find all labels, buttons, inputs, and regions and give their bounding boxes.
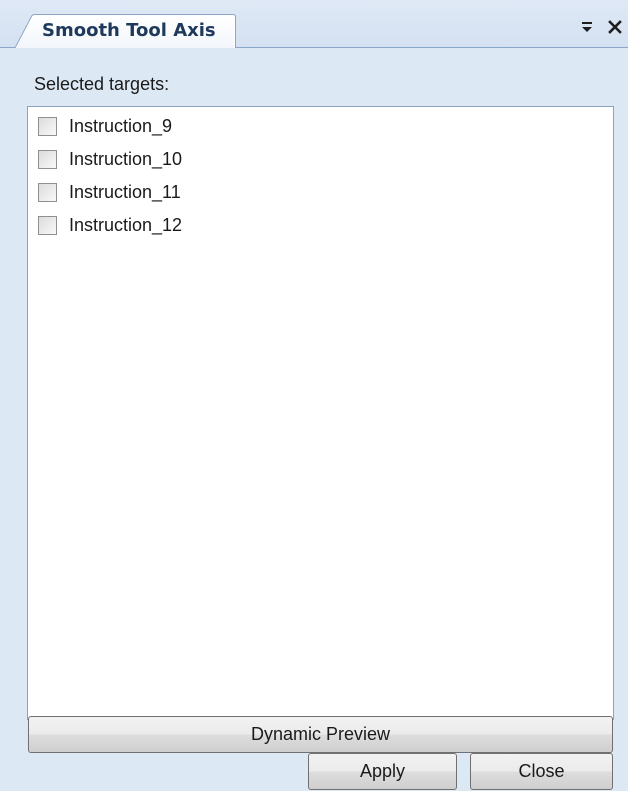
close-button[interactable]: Close [470, 753, 613, 790]
checkbox[interactable] [38, 215, 57, 235]
list-item-label: Instruction_9 [69, 115, 173, 136]
close-icon[interactable] [606, 18, 624, 36]
list-item[interactable]: Instruction_11 [38, 178, 181, 206]
checkbox[interactable] [38, 116, 57, 136]
dropdown-pin-icon[interactable] [578, 18, 596, 36]
tab-strip: Smooth Tool Axis [0, 0, 628, 49]
apply-button[interactable]: Apply [308, 753, 457, 790]
targets-listbox[interactable]: Instruction_9 Instruction_10 Instruction… [27, 106, 614, 720]
tab-title: Smooth Tool Axis [42, 20, 216, 41]
panel-content: Selected targets: Instruction_9 Instruct… [0, 48, 628, 791]
tab-smooth-tool-axis[interactable]: Smooth Tool Axis [14, 14, 236, 49]
list-item-label: Instruction_11 [69, 181, 181, 202]
selected-targets-label: Selected targets: [34, 74, 170, 94]
smooth-tool-axis-panel: Smooth Tool Axis Selected targets: Instr… [0, 0, 628, 791]
checkbox[interactable] [38, 149, 57, 169]
list-item-label: Instruction_10 [69, 148, 183, 169]
window-controls [578, 18, 624, 36]
checkbox[interactable] [38, 182, 57, 202]
dynamic-preview-button[interactable]: Dynamic Preview [28, 716, 613, 753]
list-item[interactable]: Instruction_9 [38, 112, 172, 140]
list-item[interactable]: Instruction_12 [38, 211, 182, 239]
list-item-label: Instruction_12 [69, 214, 183, 235]
list-item[interactable]: Instruction_10 [38, 145, 182, 173]
